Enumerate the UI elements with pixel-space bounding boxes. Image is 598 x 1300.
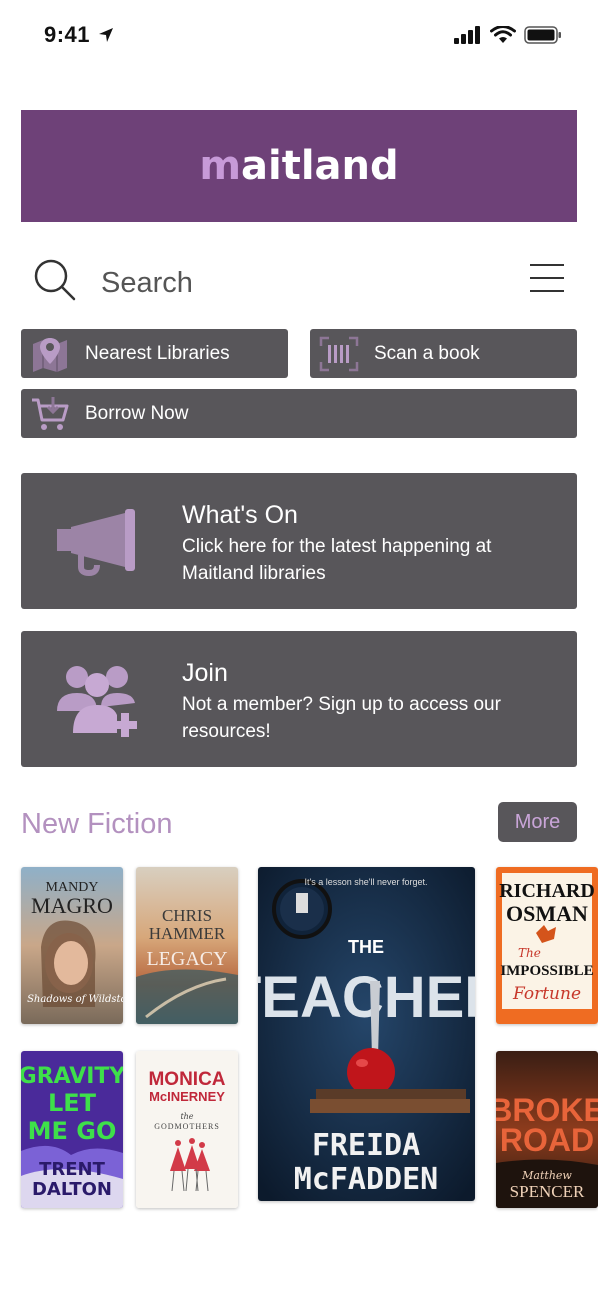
- svg-text:LEGACY: LEGACY: [146, 948, 227, 970]
- svg-text:SPENCER: SPENCER: [510, 1182, 585, 1201]
- svg-text:GRAVITY: GRAVITY: [21, 1064, 123, 1089]
- barcode-scan-icon: [319, 336, 359, 372]
- svg-text:McFADDEN: McFADDEN: [294, 1162, 439, 1197]
- status-icons: [454, 26, 562, 44]
- megaphone-icon: [57, 509, 135, 577]
- book-cover[interactable]: BROKE ROAD Matthew SPENCER: [496, 1051, 598, 1208]
- status-bar: 9:41: [0, 0, 598, 72]
- svg-text:the: the: [180, 1112, 193, 1121]
- svg-text:ME GO: ME GO: [28, 1117, 117, 1145]
- map-pin-icon: [33, 338, 67, 372]
- svg-text:MONICA: MONICA: [148, 1069, 225, 1090]
- svg-text:TEACHER: TEACHER: [258, 965, 475, 1030]
- whats-on-title: What's On: [182, 501, 298, 529]
- nearest-libraries-button[interactable]: Nearest Libraries: [21, 329, 288, 378]
- book-cover[interactable]: MONICA McINERNEY the GODMOTHERS: [136, 1051, 238, 1208]
- svg-text:Matthew: Matthew: [521, 1169, 572, 1182]
- book-cover[interactable]: GRAVITY LET ME GO TRENT DALTON: [21, 1051, 123, 1208]
- scan-book-button[interactable]: Scan a book: [310, 329, 577, 378]
- svg-text:It's a lesson she'll never for: It's a lesson she'll never forget.: [305, 877, 428, 887]
- svg-text:IMPOSSIBLE: IMPOSSIBLE: [500, 963, 593, 979]
- book-cover[interactable]: RICHARD OSMAN The IMPOSSIBLE Fortune: [496, 867, 598, 1024]
- search-icon[interactable]: [33, 258, 77, 302]
- svg-text:GODMOTHERS: GODMOTHERS: [154, 1122, 220, 1131]
- join-title: Join: [182, 659, 228, 687]
- cart-download-icon: [32, 397, 69, 430]
- battery-icon: [524, 26, 561, 44]
- signal-icon: [454, 26, 480, 44]
- search-bar: [21, 250, 577, 314]
- join-description: Not a member? Sign up to access our reso…: [182, 694, 501, 742]
- svg-text:HAMMER: HAMMER: [149, 924, 226, 943]
- whats-on-card[interactable]: What's On Click here for the latest happ…: [21, 473, 577, 609]
- more-button[interactable]: More: [498, 802, 577, 842]
- location-arrow-icon: [99, 28, 113, 42]
- svg-text:Shadows of Wildstone: Shadows of Wildstone: [27, 994, 123, 1005]
- svg-text:FREIDA: FREIDA: [312, 1128, 420, 1163]
- svg-text:LET: LET: [48, 1089, 97, 1117]
- book-cover[interactable]: It's a lesson she'll never forget. THE T…: [258, 867, 475, 1201]
- svg-text:OSMAN: OSMAN: [506, 901, 588, 926]
- borrow-now-button[interactable]: Borrow Now: [21, 389, 577, 438]
- wifi-icon: [490, 26, 516, 43]
- whats-on-description: Click here for the latest happening at M…: [182, 536, 492, 584]
- status-time: 9:41: [44, 22, 91, 47]
- svg-text:The: The: [518, 946, 541, 960]
- svg-text:RICHARD: RICHARD: [499, 880, 595, 902]
- brand-banner: maitland: [21, 110, 577, 222]
- borrow-now-label: Borrow Now: [85, 403, 189, 424]
- join-card[interactable]: Join Not a member? Sign up to access our…: [21, 631, 577, 767]
- hamburger-menu-icon[interactable]: [529, 262, 565, 294]
- svg-text:Fortune: Fortune: [512, 984, 581, 1004]
- svg-text:McINERNEY: McINERNEY: [149, 1089, 225, 1104]
- svg-text:ROAD: ROAD: [500, 1122, 594, 1158]
- brand-logo: maitland: [199, 143, 399, 189]
- new-fiction-heading: New Fiction: [21, 808, 173, 840]
- book-cover[interactable]: MANDY MAGRO Shadows of Wildstone: [21, 867, 123, 1024]
- svg-text:TRENT: TRENT: [39, 1159, 105, 1180]
- svg-text:DALTON: DALTON: [32, 1179, 112, 1200]
- svg-text:MAGRO: MAGRO: [31, 893, 113, 918]
- scan-book-label: Scan a book: [374, 343, 480, 364]
- book-cover[interactable]: CHRIS HAMMER LEGACY: [136, 867, 238, 1024]
- search-input[interactable]: [101, 264, 481, 302]
- svg-text:CHRIS: CHRIS: [162, 906, 212, 925]
- add-group-icon: [57, 666, 137, 737]
- nearest-libraries-label: Nearest Libraries: [85, 343, 230, 364]
- svg-text:THE: THE: [348, 937, 384, 957]
